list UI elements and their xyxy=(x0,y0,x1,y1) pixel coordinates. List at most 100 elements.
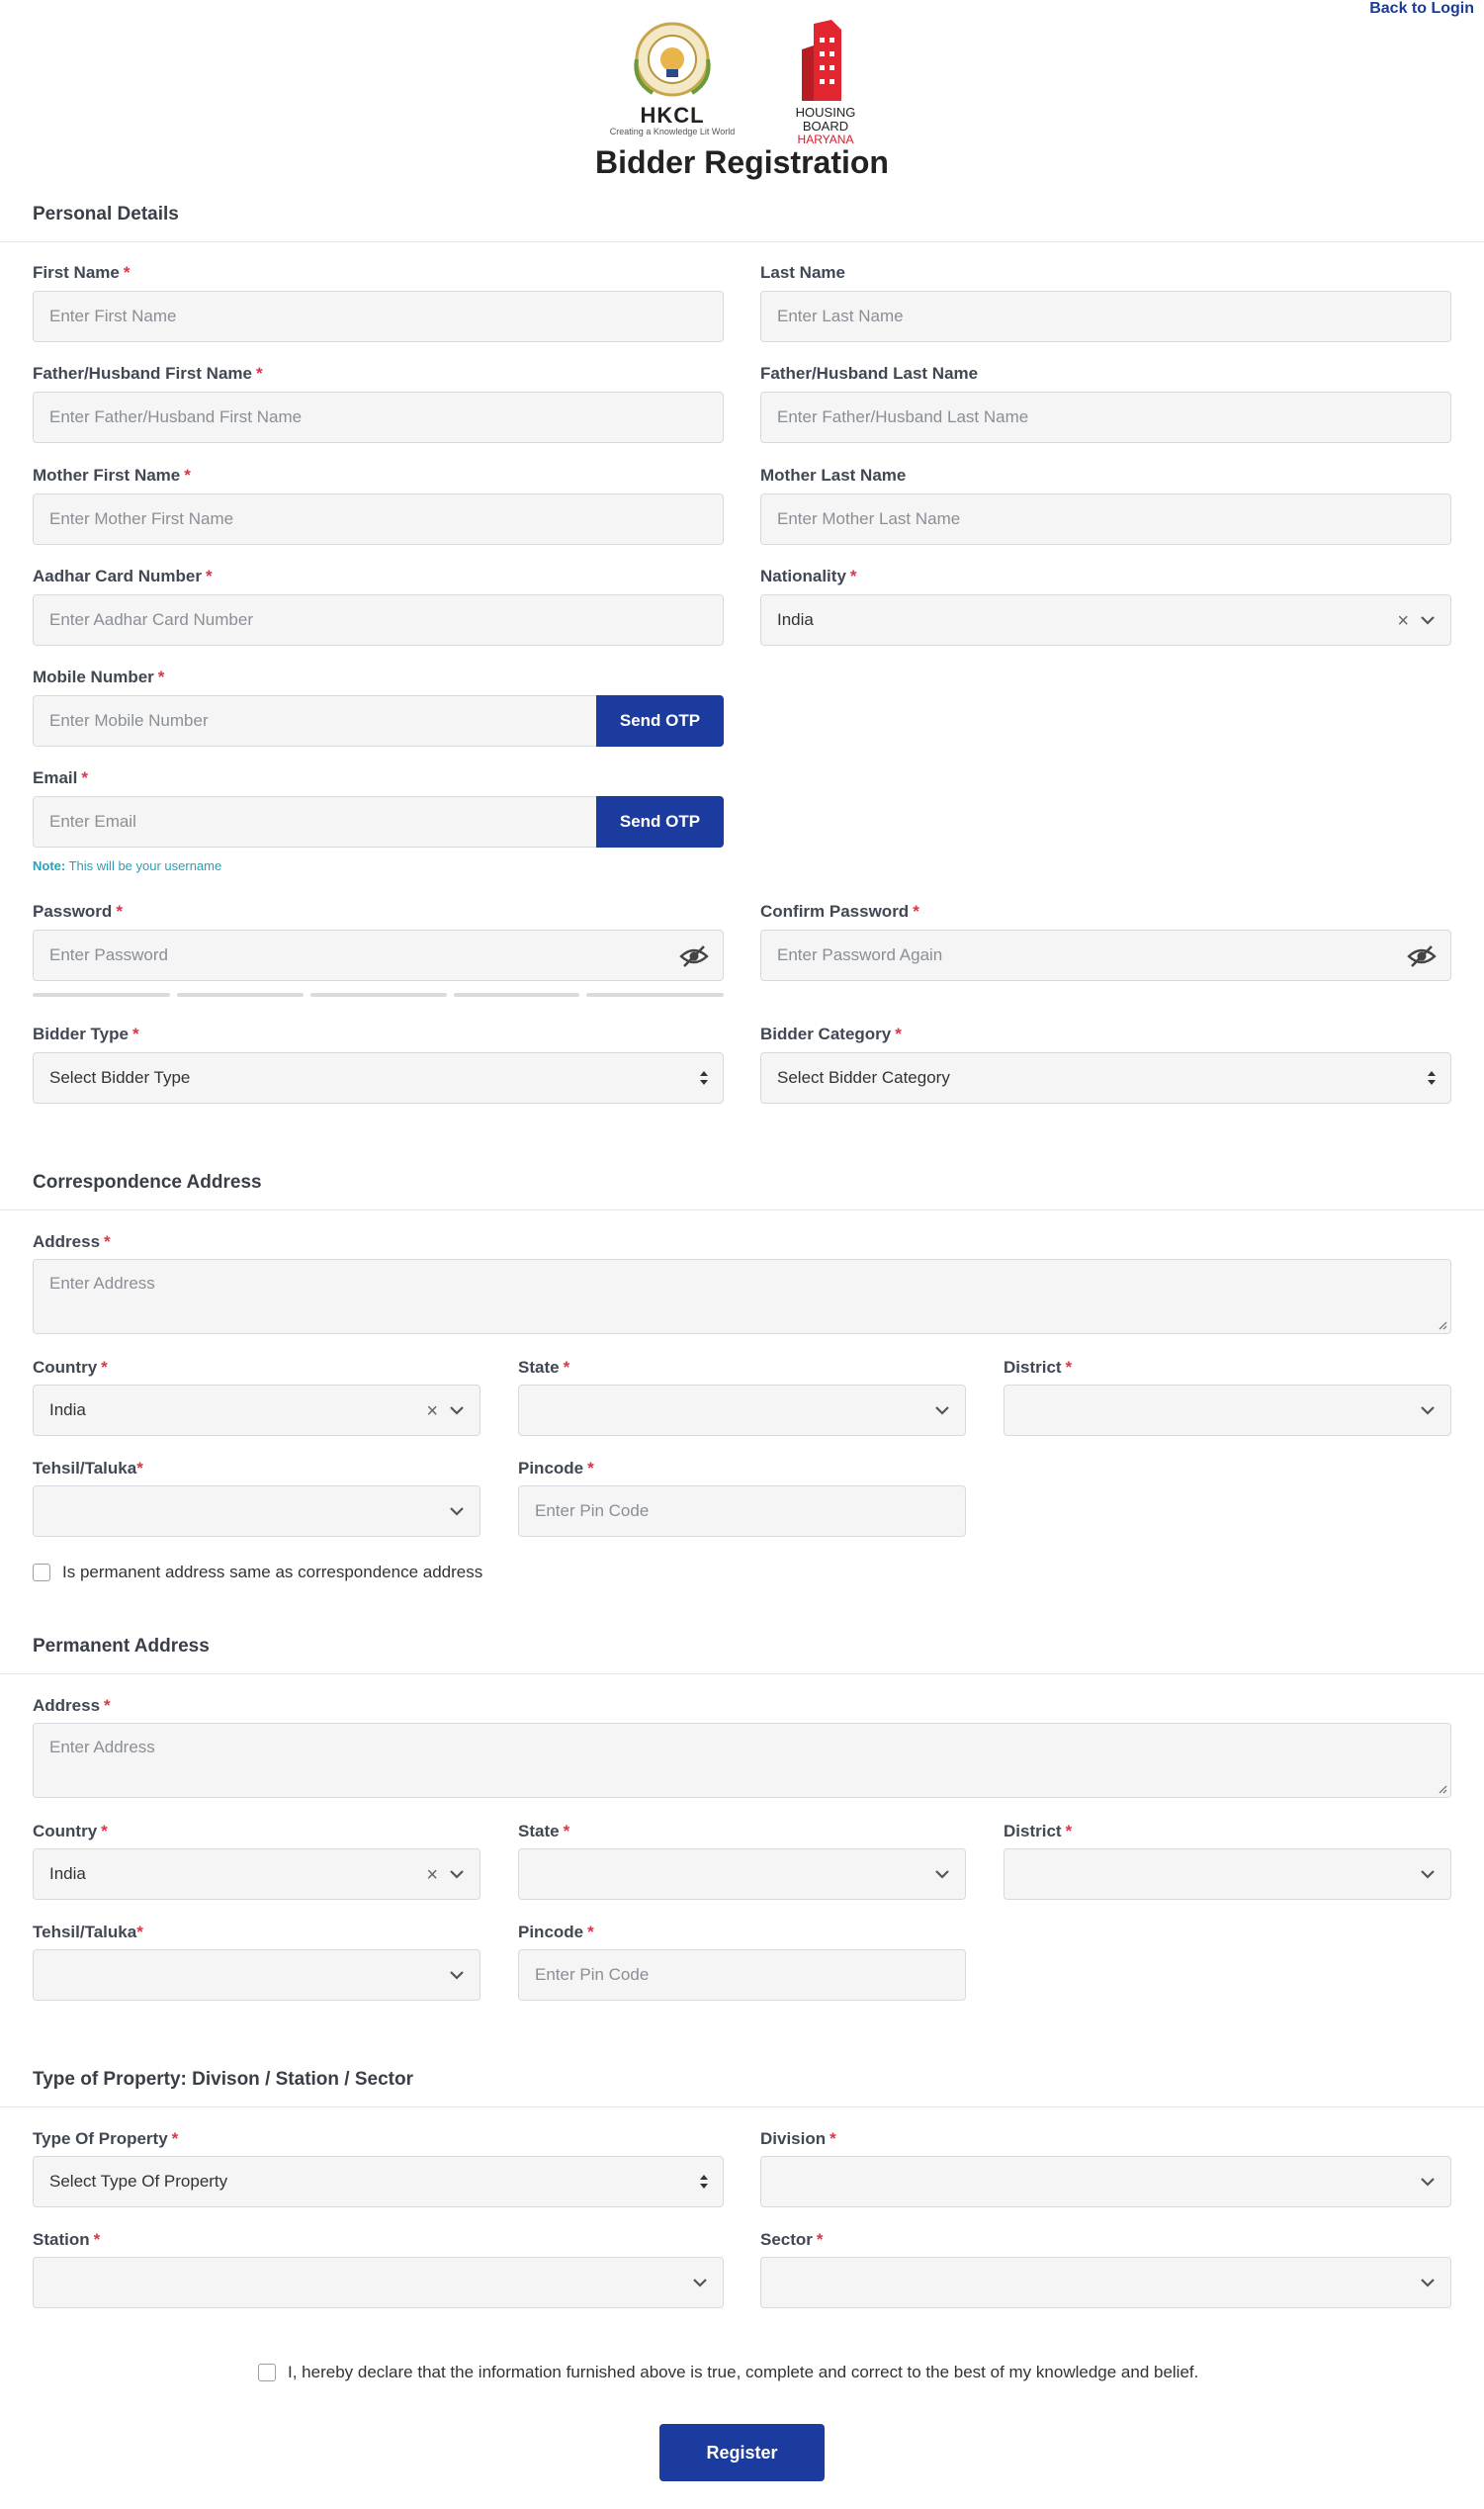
clear-icon[interactable]: × xyxy=(1397,610,1409,633)
perm-tehsil-select[interactable] xyxy=(33,1949,480,2001)
corr-country-value: India xyxy=(49,1400,86,1419)
father-first-name-input[interactable]: Enter Father/Husband First Name xyxy=(33,392,724,443)
chevron-down-icon[interactable] xyxy=(448,1502,466,1520)
corr-pincode-input[interactable]: Enter Pin Code xyxy=(518,1485,966,1537)
email-note: Note: This will be your username xyxy=(33,858,222,873)
hkcl-emblem-icon xyxy=(634,22,711,97)
perm-country-select[interactable]: India × xyxy=(33,1848,480,1900)
password-label: Password * xyxy=(33,902,123,921)
corr-state-select[interactable] xyxy=(518,1385,966,1436)
sort-caret-icon xyxy=(700,1071,708,1085)
hkcl-logo-text: HKCL xyxy=(640,103,705,128)
resize-handle-icon[interactable] xyxy=(1438,1320,1447,1330)
send-otp-email-button[interactable]: Send OTP xyxy=(596,796,724,848)
section-divider xyxy=(0,241,1484,242)
corr-country-select[interactable]: India × xyxy=(33,1385,480,1436)
property-type-label: Type Of Property * xyxy=(33,2129,179,2148)
email-label: Email * xyxy=(33,768,88,787)
chevron-down-icon[interactable] xyxy=(448,1966,466,1984)
perm-state-select[interactable] xyxy=(518,1848,966,1900)
mobile-input[interactable]: Enter Mobile Number xyxy=(33,695,597,747)
perm-district-select[interactable] xyxy=(1004,1848,1451,1900)
perm-address-textarea[interactable]: Enter Address xyxy=(33,1723,1451,1798)
mobile-label: Mobile Number * xyxy=(33,668,165,686)
sort-caret-icon xyxy=(1428,1071,1436,1085)
corr-address-textarea[interactable]: Enter Address xyxy=(33,1259,1451,1334)
send-otp-mobile-button[interactable]: Send OTP xyxy=(596,695,724,747)
perm-pincode-input[interactable]: Enter Pin Code xyxy=(518,1949,966,2001)
housing-board-logo: HOUSING BOARD HARYANA xyxy=(771,18,880,145)
first-name-input[interactable]: Enter First Name xyxy=(33,291,724,342)
property-type-select[interactable]: Select Type Of Property xyxy=(33,2156,724,2207)
chevron-down-icon[interactable] xyxy=(1419,1401,1437,1419)
last-name-label: Last Name xyxy=(760,263,845,282)
nationality-value: India xyxy=(777,610,814,629)
last-name-input[interactable]: Enter Last Name xyxy=(760,291,1451,342)
register-button[interactable]: Register xyxy=(659,2424,825,2481)
perm-address-placeholder: Enter Address xyxy=(49,1738,155,1756)
perm-tehsil-label: Tehsil/Taluka* xyxy=(33,1923,143,1941)
eye-slash-icon[interactable] xyxy=(679,943,709,969)
first-name-label: First Name * xyxy=(33,263,131,282)
station-select[interactable] xyxy=(33,2257,724,2308)
mother-last-name-label: Mother Last Name xyxy=(760,466,907,485)
sort-caret-icon xyxy=(700,2175,708,2189)
bidder-type-value: Select Bidder Type xyxy=(49,1068,191,1087)
back-to-login-link[interactable]: Back to Login xyxy=(1369,0,1474,18)
password-strength-bar xyxy=(310,993,447,997)
housing-board-building-icon xyxy=(802,20,841,101)
corr-state-label: State * xyxy=(518,1358,570,1377)
father-last-name-input[interactable]: Enter Father/Husband Last Name xyxy=(760,392,1451,443)
same-address-checkbox[interactable] xyxy=(33,1564,50,1581)
sector-label: Sector * xyxy=(760,2230,824,2249)
bidder-type-label: Bidder Type * xyxy=(33,1025,139,1043)
chevron-down-icon[interactable] xyxy=(1419,1865,1437,1883)
declaration-label: I, hereby declare that the information f… xyxy=(288,2363,1199,2381)
chevron-down-icon[interactable] xyxy=(933,1401,951,1419)
declaration-row[interactable]: I, hereby declare that the information f… xyxy=(258,2363,1198,2382)
perm-country-label: Country * xyxy=(33,1822,108,1840)
chevron-down-icon[interactable] xyxy=(1419,2173,1437,2191)
bidder-type-select[interactable]: Select Bidder Type xyxy=(33,1052,724,1104)
station-label: Station * xyxy=(33,2230,101,2249)
email-input[interactable]: Enter Email xyxy=(33,796,597,848)
declaration-checkbox[interactable] xyxy=(258,2364,276,2381)
header-logos: HKCL Creating a Knowledge Lit World HOUS… xyxy=(0,18,1484,145)
clear-icon[interactable]: × xyxy=(426,1400,438,1423)
confirm-password-input[interactable]: Enter Password Again xyxy=(760,930,1451,981)
password-strength-bar xyxy=(454,993,579,997)
chevron-down-icon[interactable] xyxy=(448,1865,466,1883)
eye-slash-icon[interactable] xyxy=(1407,943,1437,969)
corr-district-select[interactable] xyxy=(1004,1385,1451,1436)
corr-tehsil-label: Tehsil/Taluka* xyxy=(33,1459,143,1478)
corr-pincode-label: Pincode * xyxy=(518,1459,594,1478)
aadhar-input[interactable]: Enter Aadhar Card Number xyxy=(33,594,724,646)
password-input[interactable]: Enter Password xyxy=(33,930,724,981)
corr-tehsil-select[interactable] xyxy=(33,1485,480,1537)
password-strength-bar xyxy=(33,993,170,997)
clear-icon[interactable]: × xyxy=(426,1864,438,1887)
sector-select[interactable] xyxy=(760,2257,1451,2308)
chevron-down-icon[interactable] xyxy=(933,1865,951,1883)
chevron-down-icon[interactable] xyxy=(1419,611,1437,629)
chevron-down-icon[interactable] xyxy=(1419,2274,1437,2291)
corr-address-label: Address * xyxy=(33,1232,111,1251)
father-last-name-label: Father/Husband Last Name xyxy=(760,364,979,383)
mother-first-name-input[interactable]: Enter Mother First Name xyxy=(33,493,724,545)
nationality-select[interactable]: India × xyxy=(760,594,1451,646)
chevron-down-icon[interactable] xyxy=(691,2274,709,2291)
aadhar-label: Aadhar Card Number * xyxy=(33,567,213,585)
resize-handle-icon[interactable] xyxy=(1438,1784,1447,1794)
division-select[interactable] xyxy=(760,2156,1451,2207)
corr-address-placeholder: Enter Address xyxy=(49,1274,155,1293)
perm-state-label: State * xyxy=(518,1822,570,1840)
chevron-down-icon[interactable] xyxy=(448,1401,466,1419)
division-label: Division * xyxy=(760,2129,836,2148)
father-first-name-label: Father/Husband First Name * xyxy=(33,364,263,383)
nationality-label: Nationality * xyxy=(760,567,857,585)
same-address-label: Is permanent address same as corresponde… xyxy=(62,1563,483,1581)
permanent-address-heading: Permanent Address xyxy=(33,1636,210,1657)
bidder-category-select[interactable]: Select Bidder Category xyxy=(760,1052,1451,1104)
mother-last-name-input[interactable]: Enter Mother Last Name xyxy=(760,493,1451,545)
same-address-row[interactable]: Is permanent address same as corresponde… xyxy=(33,1563,482,1582)
